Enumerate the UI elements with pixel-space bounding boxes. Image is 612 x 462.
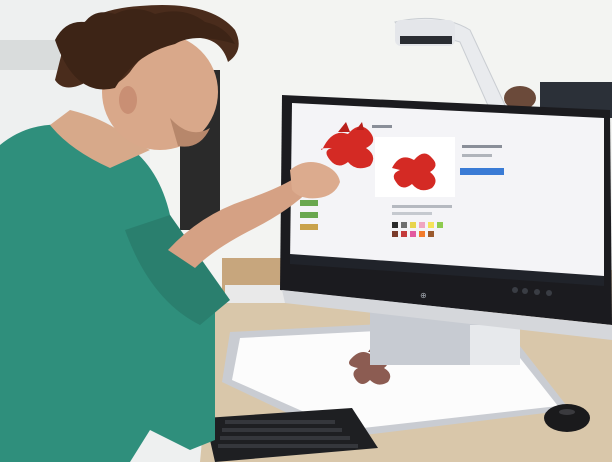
- color-swatch: [410, 231, 416, 237]
- color-swatch: [392, 222, 398, 228]
- color-swatch: [410, 222, 416, 228]
- color-swatch: [428, 231, 434, 237]
- color-swatch: [419, 231, 425, 237]
- color-swatch: [401, 231, 407, 237]
- color-swatch: [437, 222, 443, 228]
- color-swatch: [392, 231, 398, 237]
- photo-scene: ⊕: [0, 0, 612, 462]
- hp-logo: ⊕: [420, 291, 427, 300]
- screen-action-button: [460, 168, 504, 175]
- mouse: [544, 404, 590, 432]
- scene-illustration: ⊕: [0, 0, 612, 462]
- color-swatch: [428, 222, 434, 228]
- color-swatch: [419, 222, 425, 228]
- color-swatch: [401, 222, 407, 228]
